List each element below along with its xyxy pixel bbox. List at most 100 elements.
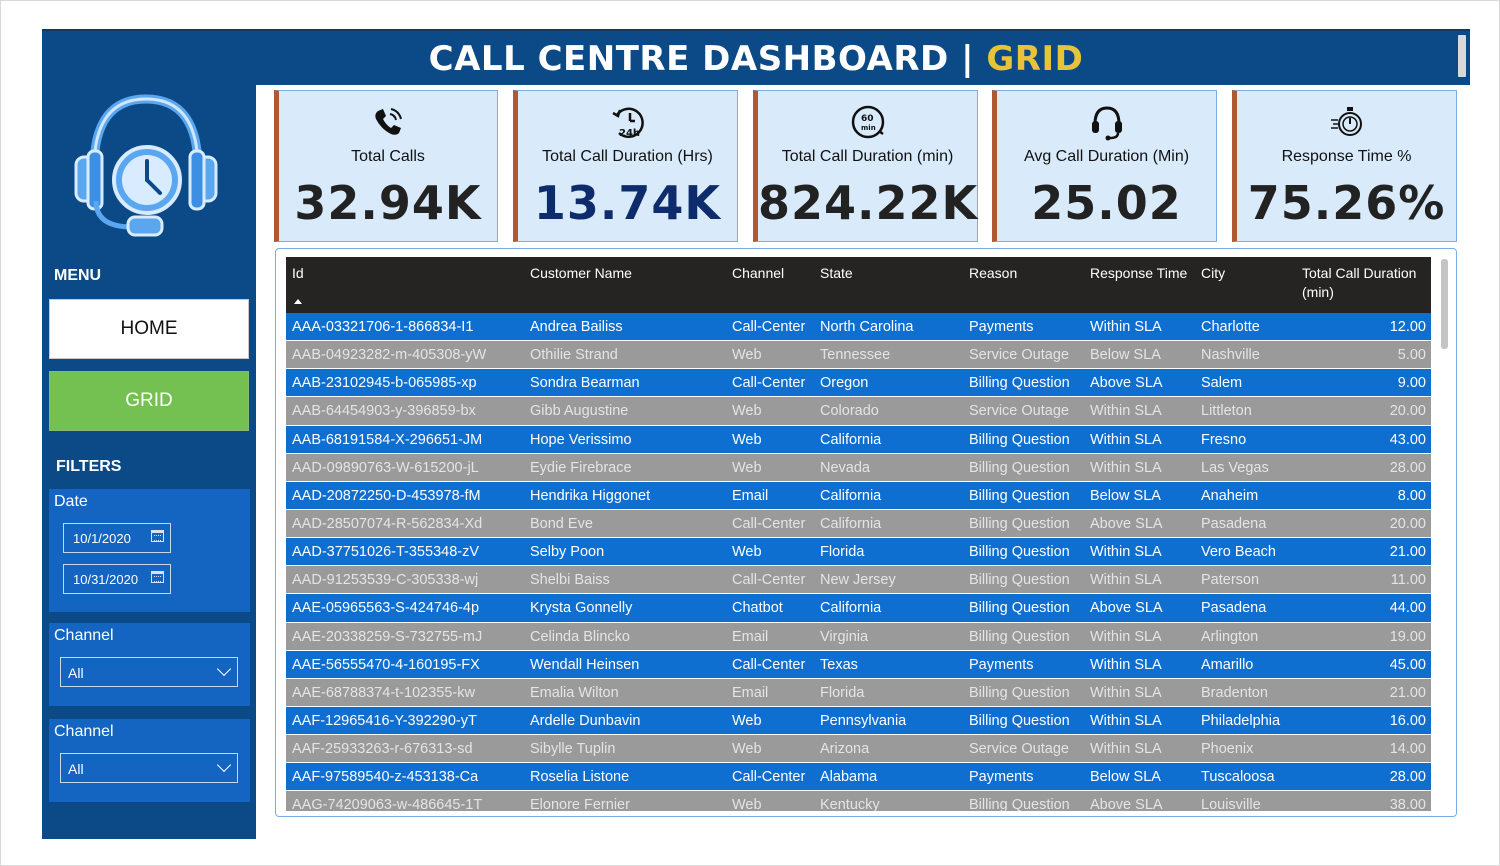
channel-select-2[interactable]: All [60, 753, 238, 783]
end-date-input[interactable]: 10/31/2020 [63, 564, 171, 594]
menu-title: MENU [54, 267, 102, 284]
table-cell: AAD-20872250-D-453978-fM [292, 487, 481, 504]
column-header-state[interactable]: State [820, 264, 853, 283]
calendar-icon[interactable] [151, 571, 164, 583]
table-cell: Below SLA [1090, 487, 1161, 504]
table-cell: AAB-64454903-y-396859-bx [292, 403, 476, 420]
table-cell: Within SLA [1090, 628, 1162, 645]
table-cell: Virginia [820, 628, 869, 645]
table-row[interactable]: AAB-04923282-m-405308-yW Othilie Strand We… [286, 341, 1431, 370]
svg-text:24h: 24h [619, 128, 640, 139]
table-cell: Arlington [1201, 628, 1259, 645]
header-scrollbar[interactable] [1458, 35, 1466, 77]
kpi-label: Total Call Duration (min) [781, 148, 954, 165]
table-row[interactable]: AAD-91253539-C-305338-wj Shelbi Baiss Call… [286, 566, 1431, 595]
grid-scrollbar[interactable] [1441, 259, 1448, 349]
kpi-value: 25.02 [1031, 176, 1182, 230]
table-row[interactable]: AAE-68788374-t-102355-kw Emalia Wilton Ema… [286, 678, 1431, 707]
table-cell: 44.00 [1389, 600, 1426, 617]
column-header-total-call-duration[interactable]: Total Call Duration (min) [1302, 264, 1430, 302]
table-cell: Within SLA [1090, 319, 1162, 335]
table-row[interactable]: AAA-03321706-1-866834-I1 Andrea Bailiss Ca… [286, 313, 1431, 342]
table-row[interactable]: AAB-64454903-y-396859-bx Gibb Augustine We… [286, 397, 1431, 426]
table-cell: Ardelle Dunbavin [530, 712, 641, 729]
table-cell: Call-Center [732, 375, 806, 392]
column-header-city[interactable]: City [1201, 264, 1225, 283]
home-button[interactable]: HOME [49, 299, 249, 359]
table-row[interactable]: AAF-97589540-z-453138-Ca Roselia Listone C… [286, 763, 1431, 792]
column-header-id[interactable]: Id [292, 264, 304, 283]
table-cell: California [820, 515, 882, 532]
table-cell: Below SLA [1090, 769, 1161, 786]
sort-ascending-icon[interactable] [294, 299, 302, 304]
column-header-response-time[interactable]: Response Time [1090, 264, 1187, 283]
table-cell: Call-Center [732, 515, 806, 532]
table-cell: Texas [820, 656, 858, 673]
data-grid: Id Customer Name Channel State Reason Re… [275, 248, 1457, 817]
chevron-down-icon [216, 661, 232, 677]
table-cell: Chatbot [732, 600, 783, 617]
table-cell: 12.00 [1389, 319, 1426, 335]
table-row[interactable]: AAG-74209063-w-486645-1T Elonore Fernier W… [286, 791, 1431, 811]
table-cell: Emalia Wilton [530, 684, 619, 701]
kpi-label: Total Call Duration (Hrs) [542, 148, 713, 165]
table-cell: AAB-04923282-m-405308-yW [292, 347, 487, 364]
table-cell: Above SLA [1090, 797, 1163, 811]
channel-filter-label: Channel [54, 723, 114, 740]
table-cell: 14.00 [1389, 741, 1426, 758]
page-title: CALL CENTRE DASHBOARD | GRID [42, 39, 1470, 79]
table-cell: AAB-23102945-b-065985-xp [292, 375, 477, 392]
table-row[interactable]: AAE-05965563-S-424746-4p Krysta Gonnelly C… [286, 594, 1431, 623]
table-cell: Nashville [1201, 347, 1260, 364]
table-row[interactable]: AAF-12965416-Y-392290-yT Ardelle Dunbavin… [286, 706, 1431, 736]
table-cell: Las Vegas [1201, 459, 1269, 476]
column-header-channel[interactable]: Channel [732, 264, 784, 283]
table-cell: Hendrika Higgonet [530, 487, 651, 504]
table-cell: Call-Center [732, 319, 806, 335]
table-cell: Above SLA [1090, 375, 1163, 392]
table-row[interactable]: AAD-20872250-D-453978-fM Hendrika Higgone… [286, 481, 1431, 510]
table-cell: Charlotte [1201, 319, 1260, 335]
kpi-total-call-duration-min: 60 min Total Call Duration (min) 824.22K [753, 90, 978, 242]
table-row[interactable]: AAB-23102945-b-065985-xp Sondra Bearman Ca… [286, 369, 1431, 398]
table-row[interactable]: AAE-20338259-S-732755-mJ Celinda Blincko E… [286, 622, 1431, 651]
table-body: AAA-03321706-1-866834-I1 Andrea Bailiss Ca… [286, 313, 1431, 811]
table-cell: Arizona [820, 741, 870, 758]
table-row[interactable]: AAF-25933263-r-676313-sd Sibylle Tuplin We… [286, 735, 1431, 764]
table-cell: Billing Question [969, 712, 1070, 729]
table-cell: New Jersey [820, 572, 896, 589]
kpi-total-call-duration-hrs: 24h Total Call Duration (Hrs) 13.74K [513, 90, 738, 242]
column-header-reason[interactable]: Reason [969, 264, 1017, 283]
table-cell: AAB-68191584-X-296651-JM [292, 431, 483, 448]
table-row[interactable]: AAD-37751026-T-355348-zV Selby Poon Web Flo… [286, 538, 1431, 567]
table-cell: 21.00 [1389, 684, 1426, 701]
table-cell: Above SLA [1090, 515, 1163, 532]
start-date-input[interactable]: 10/1/2020 [63, 523, 171, 553]
table-cell: Shelbi Baiss [530, 572, 610, 589]
60-min-timer-icon: 60 min [851, 105, 884, 139]
headset-icon [1091, 106, 1122, 141]
table-cell: 45.00 [1389, 656, 1426, 673]
table-cell: Payments [969, 319, 1034, 335]
svg-text:min: min [861, 124, 876, 132]
table-cell: Billing Question [969, 515, 1070, 532]
table-cell: AAA-03321706-1-866834-I1 [292, 319, 474, 335]
table-cell: Florida [820, 684, 865, 701]
table-row[interactable]: AAE-56555470-4-160195-FX Wendall Heinsen C… [286, 650, 1431, 679]
table-cell: Paterson [1201, 572, 1260, 589]
table-cell: 38.00 [1389, 797, 1426, 811]
table-header: Id Customer Name Channel State Reason Re… [286, 257, 1431, 313]
table-row[interactable]: AAD-28507074-R-562834-Xd Bond Eve Call-Cen… [286, 509, 1431, 539]
table-cell: Payments [969, 656, 1034, 673]
table-row[interactable]: AAD-09890763-W-615200-jL Eydie Firebrace W… [286, 453, 1431, 482]
table-cell: 20.00 [1389, 403, 1426, 420]
table-cell: AAD-09890763-W-615200-jL [292, 459, 479, 476]
table-row[interactable]: AAB-68191584-X-296651-JM Hope Verissimo We… [286, 425, 1431, 454]
table-cell: Krysta Gonnelly [530, 600, 633, 617]
calendar-icon[interactable] [151, 530, 164, 542]
table-cell: Bond Eve [530, 515, 593, 532]
column-header-customer-name[interactable]: Customer Name [530, 264, 632, 283]
grid-button[interactable]: GRID [49, 371, 249, 431]
channel-select-1[interactable]: All [60, 657, 238, 687]
table-cell: Within SLA [1090, 741, 1162, 758]
